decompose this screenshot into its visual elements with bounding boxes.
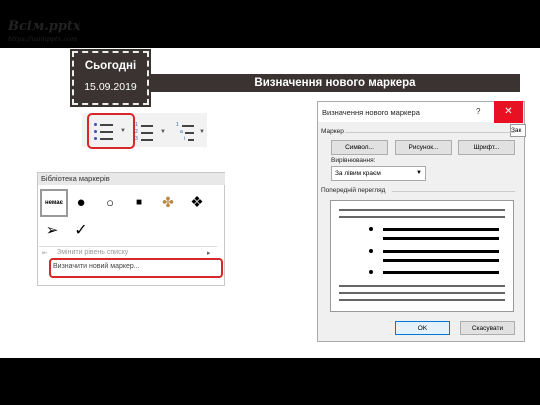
line-icon	[100, 131, 113, 133]
square-bullet-icon[interactable]: ■	[127, 190, 151, 214]
logo-url: https://vsimpptx.com	[8, 35, 78, 43]
bullets-button[interactable]: ▼	[87, 113, 135, 149]
change-list-level-item[interactable]: Змінити рівень списку	[57, 249, 128, 256]
bullet-none-option[interactable]: немає	[40, 189, 68, 217]
symbol-button[interactable]: Символ...	[331, 140, 388, 155]
alignment-label: Вирівнювання:	[331, 157, 376, 164]
filled-circle-bullet-icon[interactable]: ●	[69, 190, 93, 214]
bullet-dot-icon	[94, 137, 97, 140]
preview-text-line	[383, 237, 499, 240]
line-icon	[141, 125, 153, 127]
cancel-button[interactable]: Скасувати	[460, 321, 515, 335]
diamond-cluster-bullet-icon[interactable]: ❖	[185, 190, 209, 214]
ok-button[interactable]: OK	[395, 321, 450, 335]
numbering-button[interactable]: 1 2 3 ▼	[134, 116, 170, 146]
chevron-down-icon[interactable]: ▼	[160, 129, 166, 135]
preview-text-line	[339, 299, 505, 301]
define-new-bullet-item[interactable]: Визначити новий маркер...	[53, 263, 140, 270]
alignment-value: За лівим краєм	[335, 170, 381, 177]
line-icon	[100, 124, 113, 126]
divider	[39, 246, 217, 247]
preview-text-line	[339, 216, 505, 218]
line-icon	[141, 132, 153, 134]
hollow-circle-bullet-icon[interactable]: ○	[98, 190, 122, 214]
preview-bullet-dot	[369, 227, 373, 231]
date-badge: Сьогодні 15.09.2019	[72, 51, 149, 105]
preview-text-line	[383, 271, 499, 274]
line-icon	[141, 139, 153, 141]
checkmark-bullet-icon[interactable]: ✓	[69, 218, 93, 242]
divider	[392, 191, 515, 192]
close-partial-button[interactable]: Зак	[510, 124, 526, 137]
logo-title: Всім.pptx	[8, 19, 81, 34]
close-button[interactable]: ✕	[494, 101, 523, 123]
preview-text-line	[339, 209, 505, 211]
slide-title: Визначення нового маркера	[150, 74, 520, 92]
preview-text-line	[383, 228, 499, 231]
preview-text-line	[383, 259, 499, 262]
preview-box	[330, 200, 514, 312]
chevron-down-icon[interactable]: ▼	[120, 128, 126, 134]
bullet-library-title: Бібліотека маркерів	[38, 173, 225, 185]
date-label: Сьогодні	[84, 60, 137, 72]
divider	[345, 132, 515, 133]
flower-bullet-icon[interactable]: ✤	[156, 190, 180, 214]
picture-button[interactable]: Рисунок...	[395, 140, 452, 155]
dialog-title: Визначення нового маркера	[322, 108, 420, 117]
indent-icon: ⇤	[42, 250, 48, 257]
line-icon	[100, 138, 113, 140]
line-icon	[185, 132, 194, 134]
help-icon[interactable]: ?	[476, 107, 480, 116]
line-icon	[188, 139, 194, 141]
line-icon	[182, 125, 194, 127]
preview-bullet-dot	[369, 270, 373, 274]
preview-text-line	[339, 285, 505, 287]
font-button[interactable]: Шрифт...	[458, 140, 515, 155]
preview-text-line	[383, 250, 499, 253]
preview-bullet-dot	[369, 249, 373, 253]
alignment-select[interactable]: За лівим краєм ▼	[331, 166, 426, 181]
chevron-right-icon: ▸	[207, 250, 211, 257]
chevron-down-icon: ▼	[416, 170, 422, 176]
marker-group-label: Маркер	[321, 128, 344, 135]
chevron-down-icon[interactable]: ▼	[199, 129, 205, 135]
date-value: 15.09.2019	[84, 81, 137, 93]
arrowhead-bullet-icon[interactable]: ➢	[40, 218, 64, 242]
bullet-dot-icon	[94, 123, 97, 126]
multilevel-list-button[interactable]: 1 a i ▼	[175, 116, 207, 146]
bullet-dot-icon	[94, 130, 97, 133]
preview-group-label: Попередній перегляд	[321, 187, 386, 194]
preview-text-line	[339, 292, 505, 294]
